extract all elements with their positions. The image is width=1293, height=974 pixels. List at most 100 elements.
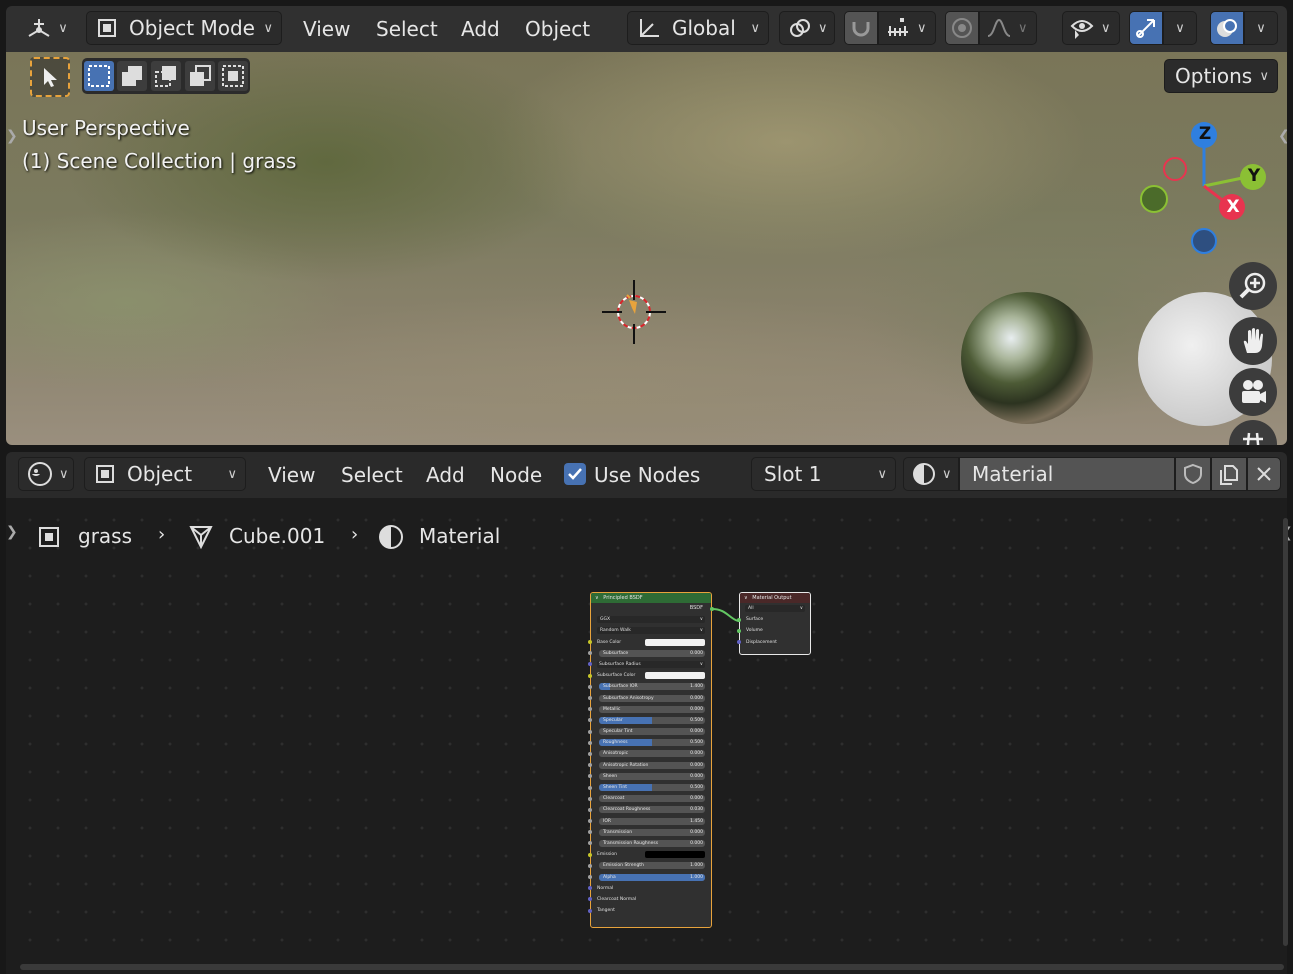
- value-slider[interactable]: Transmission Roughness 0.000: [599, 839, 705, 847]
- input-socket[interactable]: [588, 830, 592, 835]
- value-slider[interactable]: Transmission 0.000: [599, 828, 705, 836]
- proportional-editing-toggle[interactable]: [945, 11, 979, 45]
- color-swatch[interactable]: [645, 638, 705, 646]
- camera-view-button[interactable]: [1229, 368, 1277, 416]
- value-slider[interactable]: Sheen 0.000: [599, 772, 705, 780]
- menu-node[interactable]: Node: [490, 463, 542, 487]
- subsurface-method-dropdown[interactable]: Random Walk ∨: [597, 627, 705, 635]
- value-slider[interactable]: Metallic 0.000: [599, 705, 705, 713]
- menu-select[interactable]: Select: [376, 17, 438, 41]
- gizmo-dropdown[interactable]: ∨: [1163, 11, 1197, 45]
- editor-type-button[interactable]: ∨: [20, 11, 74, 45]
- value-slider[interactable]: Specular 0.500: [599, 716, 705, 724]
- horizontal-scrollbar[interactable]: [20, 964, 1284, 970]
- menu-add[interactable]: Add: [461, 17, 500, 41]
- shader-type-dropdown[interactable]: Object ∨: [84, 457, 246, 491]
- input-socket[interactable]: [588, 740, 592, 745]
- color-swatch[interactable]: [645, 851, 705, 859]
- input-socket[interactable]: [588, 886, 592, 891]
- input-socket[interactable]: [588, 841, 592, 846]
- select-intersect-mode-button[interactable]: [218, 61, 248, 91]
- zoom-button[interactable]: [1229, 262, 1277, 310]
- gizmo-toggle[interactable]: [1129, 11, 1163, 45]
- input-socket[interactable]: [588, 662, 592, 667]
- principled-bsdf-node[interactable]: ∨ Principled BSDF BSDF GGX ∨ Random Walk…: [588, 592, 714, 928]
- node-header[interactable]: ∨ Principled BSDF: [591, 593, 711, 603]
- visibility-dropdown[interactable]: ∨: [1062, 11, 1120, 45]
- input-socket[interactable]: [588, 707, 592, 712]
- browse-material-button[interactable]: ∨: [903, 457, 959, 491]
- menu-object[interactable]: Object: [525, 17, 590, 41]
- input-socket[interactable]: [588, 729, 592, 734]
- input-socket[interactable]: [737, 628, 741, 633]
- select-difference-mode-button[interactable]: [185, 61, 215, 91]
- mode-dropdown[interactable]: Object Mode ∨: [86, 11, 282, 45]
- input-socket[interactable]: [588, 897, 592, 902]
- input-socket[interactable]: [588, 763, 592, 768]
- falloff-dropdown[interactable]: ∨: [979, 11, 1037, 45]
- input-socket[interactable]: [737, 617, 741, 622]
- value-slider[interactable]: Anisotropic Rotation 0.000: [599, 761, 705, 769]
- fake-user-button[interactable]: [1175, 457, 1211, 491]
- menu-select[interactable]: Select: [341, 463, 403, 487]
- distribution-dropdown[interactable]: GGX ∨: [597, 616, 705, 624]
- menu-view[interactable]: View: [268, 463, 315, 487]
- value-slider[interactable]: Alpha 1.000: [599, 873, 705, 881]
- value-slider[interactable]: Roughness 0.500: [599, 739, 705, 747]
- select-box-mode-button[interactable]: [84, 61, 114, 91]
- input-socket[interactable]: [737, 640, 741, 645]
- value-slider[interactable]: Sheen Tint 0.500: [599, 784, 705, 791]
- options-dropdown[interactable]: Options ∨: [1164, 59, 1278, 93]
- toolbar-expand-arrow[interactable]: ❯: [6, 524, 18, 540]
- overlays-dropdown[interactable]: ∨: [1244, 11, 1278, 45]
- 3d-viewport[interactable]: Options ∨ ❯ ❮ User Perspective (1) Scene…: [6, 52, 1287, 445]
- toolbar-expand-arrow[interactable]: ❯: [6, 128, 18, 144]
- value-slider[interactable]: Emission Strength 1.000: [599, 862, 705, 870]
- value-slider[interactable]: Clearcoat 0.000: [599, 795, 705, 803]
- input-socket[interactable]: [588, 908, 592, 913]
- input-socket[interactable]: [588, 640, 592, 645]
- input-socket[interactable]: [588, 651, 592, 656]
- input-socket[interactable]: [588, 819, 592, 824]
- value-slider[interactable]: Subsurface Anisotropy 0.000: [599, 694, 705, 702]
- slot-dropdown[interactable]: Slot 1 ∨: [751, 457, 896, 491]
- material-output-node[interactable]: ∨ Material Output All ∨ Surface Volume Dis…: [737, 592, 811, 655]
- input-socket[interactable]: [588, 684, 592, 689]
- menu-add[interactable]: Add: [426, 463, 465, 487]
- overlays-toggle[interactable]: [1210, 11, 1244, 45]
- input-socket[interactable]: [588, 673, 592, 678]
- value-slider[interactable]: Specular Tint 0.000: [599, 728, 705, 736]
- select-tool-button[interactable]: [30, 57, 70, 97]
- snap-toggle[interactable]: [844, 11, 878, 45]
- vertical-scrollbar[interactable]: [1283, 518, 1288, 946]
- value-slider[interactable]: Clearcoat Roughness 0.030: [599, 806, 705, 814]
- input-socket[interactable]: [588, 863, 592, 868]
- input-socket[interactable]: [588, 785, 592, 790]
- pan-button[interactable]: [1229, 317, 1277, 365]
- value-slider[interactable]: Subsurface 0.000: [599, 649, 705, 657]
- use-nodes-checkbox[interactable]: [564, 463, 586, 485]
- collapse-chevron-icon[interactable]: ∨: [744, 595, 748, 601]
- input-socket[interactable]: [588, 718, 592, 723]
- ortho-toggle-button[interactable]: [1229, 420, 1277, 445]
- editor-type-button[interactable]: ∨: [18, 457, 74, 491]
- input-socket[interactable]: [588, 796, 592, 801]
- node-editor-canvas[interactable]: ❯ grass › Cube.001 › Material ❮ ∨ Princi…: [6, 498, 1293, 974]
- value-slider[interactable]: Subsurface IOR 1.400: [599, 683, 705, 691]
- target-dropdown[interactable]: All ∨: [745, 605, 805, 612]
- input-socket[interactable]: [588, 774, 592, 779]
- select-extend-mode-button[interactable]: [117, 61, 147, 91]
- select-subtract-mode-button[interactable]: [151, 61, 181, 91]
- pivot-point-dropdown[interactable]: ∨: [779, 11, 835, 45]
- value-slider[interactable]: IOR 1.450: [599, 817, 705, 825]
- input-socket[interactable]: [588, 807, 592, 812]
- node-header[interactable]: ∨ Material Output: [740, 593, 810, 603]
- value-slider[interactable]: Anisotropic 0.000: [599, 750, 705, 758]
- input-socket[interactable]: [588, 875, 592, 879]
- material-name-field[interactable]: Material: [959, 457, 1175, 491]
- color-swatch[interactable]: [645, 672, 705, 680]
- input-socket[interactable]: [588, 751, 592, 756]
- transform-orientation-dropdown[interactable]: Global ∨: [627, 11, 769, 45]
- use-nodes-label[interactable]: Use Nodes: [594, 463, 700, 487]
- sidebar-expand-arrow[interactable]: ❮: [1278, 128, 1287, 144]
